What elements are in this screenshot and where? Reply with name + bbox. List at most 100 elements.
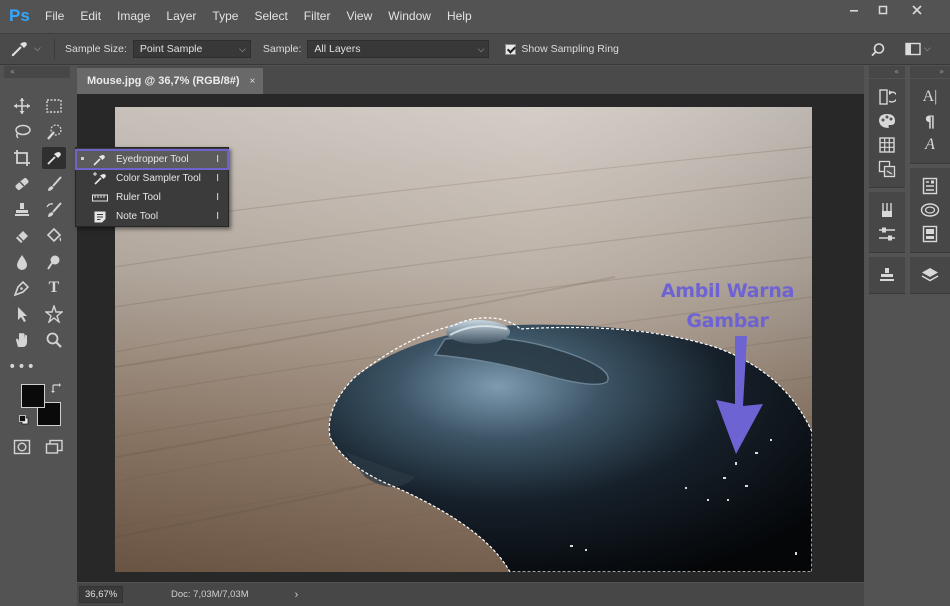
menu-filter[interactable]: Filter xyxy=(304,9,331,23)
swap-colors-icon[interactable] xyxy=(51,383,61,396)
menu-layer[interactable]: Layer xyxy=(166,9,196,23)
close-icon[interactable] xyxy=(906,4,928,18)
options-bar: ⌵ Sample Size: Point Sample ⌵ Sample: Al… xyxy=(0,33,950,65)
eyedropper-preset-icon[interactable]: ⌵ xyxy=(10,40,54,58)
color-sampler-icon xyxy=(92,171,108,186)
sample-label: Sample: xyxy=(262,43,302,55)
status-menu-arrow-icon[interactable]: › xyxy=(295,589,299,601)
menu-view[interactable]: View xyxy=(346,9,372,23)
lasso-tool-icon[interactable] xyxy=(10,121,34,143)
active-bullet xyxy=(81,157,84,160)
chevron-down-icon: ⌵ xyxy=(239,44,246,54)
menu-file[interactable]: File xyxy=(45,9,64,23)
clone-stamp-tool-icon[interactable] xyxy=(10,199,34,221)
glyphs-panel-icon[interactable]: A xyxy=(910,133,950,157)
annotation-text: Ambil Warna Gambar xyxy=(640,276,815,336)
pen-tool-icon[interactable] xyxy=(10,277,34,299)
brushes-panel-icon[interactable] xyxy=(869,198,905,222)
status-bar: 36,67% Doc: 7,03M/7,03M › xyxy=(77,583,864,606)
flyout-item-ruler-tool[interactable]: Ruler Tool I xyxy=(76,188,228,207)
sample-size-select[interactable]: Point Sample ⌵ xyxy=(132,40,251,58)
flyout-item-note-tool[interactable]: Note Tool I xyxy=(76,207,228,226)
menu-edit[interactable]: Edit xyxy=(80,9,101,23)
libraries-panel-icon[interactable] xyxy=(869,157,905,181)
show-sampling-ring-label: Show Sampling Ring xyxy=(521,43,619,55)
history-panel-icon[interactable] xyxy=(869,85,905,109)
flyout-item-label: Color Sampler Tool xyxy=(116,173,201,184)
character-panel-icon[interactable]: A| xyxy=(910,85,950,109)
menu-image[interactable]: Image xyxy=(117,9,150,23)
paint-bucket-tool-icon[interactable] xyxy=(42,225,66,247)
minimize-icon[interactable] xyxy=(843,4,865,18)
zoom-level-field[interactable]: 36,67% xyxy=(79,586,123,603)
shortcut-key: I xyxy=(216,192,219,203)
move-tool-icon[interactable] xyxy=(10,95,34,117)
flyout-item-eyedropper-tool[interactable]: Eyedropper Tool I xyxy=(75,149,229,170)
workspace-icon[interactable]: ⌵ xyxy=(905,42,931,56)
menu-help[interactable]: Help xyxy=(447,9,472,23)
quick-mask-icon[interactable] xyxy=(10,436,34,458)
eyedropper-tool-flyout: Eyedropper Tool I Color Sampler Tool I R… xyxy=(75,147,229,227)
collapse-panel-icon[interactable]: » xyxy=(910,66,950,78)
eyedropper-tool-icon[interactable] xyxy=(42,147,66,169)
menu-type[interactable]: Type xyxy=(212,9,238,23)
flyout-item-label: Eyedropper Tool xyxy=(116,154,189,165)
type-tool-icon[interactable]: T xyxy=(42,277,66,299)
dodge-tool-icon[interactable] xyxy=(42,251,66,273)
divider xyxy=(54,39,55,59)
annotation-arrow xyxy=(708,336,768,459)
eyedropper-icon xyxy=(92,153,108,167)
paragraph-panel-icon[interactable]: ¶ xyxy=(910,109,950,133)
blur-tool-icon[interactable] xyxy=(10,251,34,273)
menu-select[interactable]: Select xyxy=(254,9,287,23)
flyout-item-label: Ruler Tool xyxy=(116,192,161,203)
sample-value: All Layers xyxy=(314,43,361,55)
annotation-line-2: Gambar xyxy=(686,310,769,332)
properties-panel-icon[interactable] xyxy=(910,174,950,198)
swatches-panel-icon[interactable] xyxy=(869,133,905,157)
custom-shape-tool-icon[interactable] xyxy=(42,303,66,325)
adjustments-panel-icon[interactable] xyxy=(869,222,905,246)
healing-brush-tool-icon[interactable] xyxy=(10,173,34,195)
more-tools-icon[interactable]: ••• xyxy=(8,356,35,378)
document-tab-bar: Mouse.jpg @ 36,7% (RGB/8#) × xyxy=(77,66,864,94)
maximize-icon[interactable] xyxy=(872,4,894,18)
flyout-item-label: Note Tool xyxy=(116,211,159,222)
menu-window[interactable]: Window xyxy=(388,9,431,23)
note-icon xyxy=(92,210,108,224)
layers-panel-icon[interactable] xyxy=(910,263,950,287)
crop-tool-icon[interactable] xyxy=(10,147,34,169)
close-tab-icon[interactable]: × xyxy=(250,76,256,87)
search-icon[interactable] xyxy=(870,42,886,61)
document-tab-title: Mouse.jpg @ 36,7% (RGB/8#) xyxy=(87,75,240,87)
hand-tool-icon[interactable] xyxy=(10,329,34,351)
screen-mode-icon[interactable] xyxy=(42,436,66,458)
document-tab[interactable]: Mouse.jpg @ 36,7% (RGB/8#) × xyxy=(77,68,263,94)
sample-size-value: Point Sample xyxy=(139,43,203,55)
collapse-panel-icon[interactable]: « xyxy=(869,66,905,78)
collapse-panel-icon[interactable]: « xyxy=(4,66,70,78)
annotation-line-1: Ambil Warna xyxy=(660,280,795,302)
clone-source-panel-icon[interactable] xyxy=(869,263,905,287)
shortcut-key: I xyxy=(216,173,219,184)
shortcut-key: I xyxy=(216,154,219,165)
sample-select[interactable]: All Layers ⌵ xyxy=(307,40,490,58)
paths-panel-icon[interactable] xyxy=(910,222,950,246)
flyout-item-color-sampler-tool[interactable]: Color Sampler Tool I xyxy=(76,169,228,188)
menu-bar: Ps File Edit Image Layer Type Select Fil… xyxy=(0,0,950,32)
default-colors-icon[interactable] xyxy=(19,415,29,428)
eraser-tool-icon[interactable] xyxy=(10,225,34,247)
tools-panel: « T ••• xyxy=(4,66,70,606)
show-sampling-ring-checkbox[interactable] xyxy=(505,43,517,55)
panel-dock-2: » A| ¶ A xyxy=(910,66,950,606)
foreground-color-swatch[interactable] xyxy=(21,384,45,408)
color-panel-icon[interactable] xyxy=(869,109,905,133)
quick-selection-tool-icon[interactable] xyxy=(42,121,66,143)
path-selection-tool-icon[interactable] xyxy=(10,303,34,325)
brush-tool-icon[interactable] xyxy=(42,173,66,195)
marquee-tool-icon[interactable] xyxy=(42,95,66,117)
history-brush-tool-icon[interactable] xyxy=(42,199,66,221)
zoom-tool-icon[interactable] xyxy=(42,329,66,351)
panel-dock-1: « xyxy=(869,66,905,606)
creative-cloud-icon[interactable] xyxy=(910,198,950,222)
